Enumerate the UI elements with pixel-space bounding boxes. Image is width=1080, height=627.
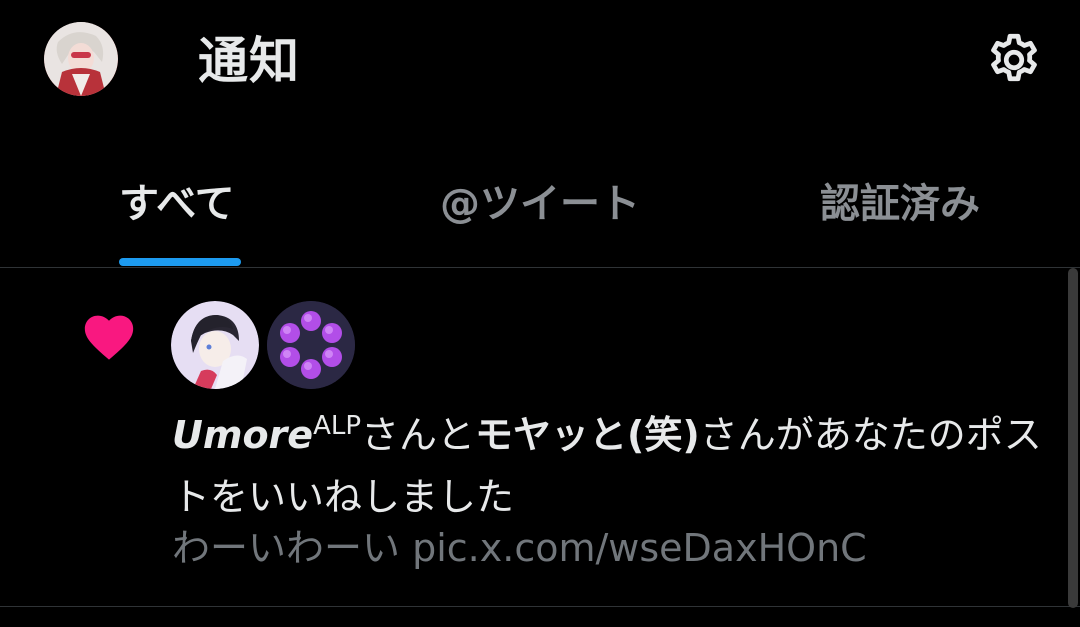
active-tab-indicator bbox=[119, 258, 241, 266]
liker-avatar-1[interactable] bbox=[171, 301, 259, 389]
post-text: わーいわーい bbox=[172, 526, 401, 570]
liker-name-2[interactable]: モヤッと(笑) bbox=[475, 413, 700, 457]
notification-connector: さんと bbox=[361, 413, 476, 457]
user-avatar[interactable] bbox=[44, 22, 118, 96]
liker-name-1[interactable]: UmoreALP bbox=[172, 413, 361, 457]
post-preview[interactable]: わーいわーい pic.x.com/wseDaxHOnC bbox=[172, 522, 867, 574]
notifications-screen: 通知 すべて @ツイート 認証済み UmoreALPさんとモヤッと(笑)さんがあ… bbox=[0, 0, 1080, 627]
tab-mentions[interactable]: @ツイート bbox=[440, 178, 640, 230]
tab-bar: すべて @ツイート 認証済み bbox=[0, 160, 1080, 268]
notification-text: UmoreALPさんとモヤッと(笑)さんがあなたのポストをいいねしました bbox=[172, 404, 1052, 528]
page-title: 通知 bbox=[198, 32, 300, 90]
divider bbox=[0, 606, 1080, 607]
notification-item[interactable]: UmoreALPさんとモヤッと(笑)さんがあなたのポストをいいねしました わーい… bbox=[0, 268, 1080, 608]
avatar-image bbox=[44, 22, 118, 96]
heart-icon bbox=[80, 308, 138, 362]
gear-icon[interactable] bbox=[984, 30, 1044, 90]
liker-avatar-2[interactable] bbox=[267, 301, 355, 389]
tab-all[interactable]: すべて bbox=[119, 178, 235, 230]
post-link[interactable]: pic.x.com/wseDaxHOnC bbox=[412, 526, 867, 570]
scrollbar[interactable] bbox=[1068, 268, 1078, 608]
header: 通知 bbox=[0, 0, 1080, 125]
tab-verified[interactable]: 認証済み bbox=[820, 178, 980, 230]
